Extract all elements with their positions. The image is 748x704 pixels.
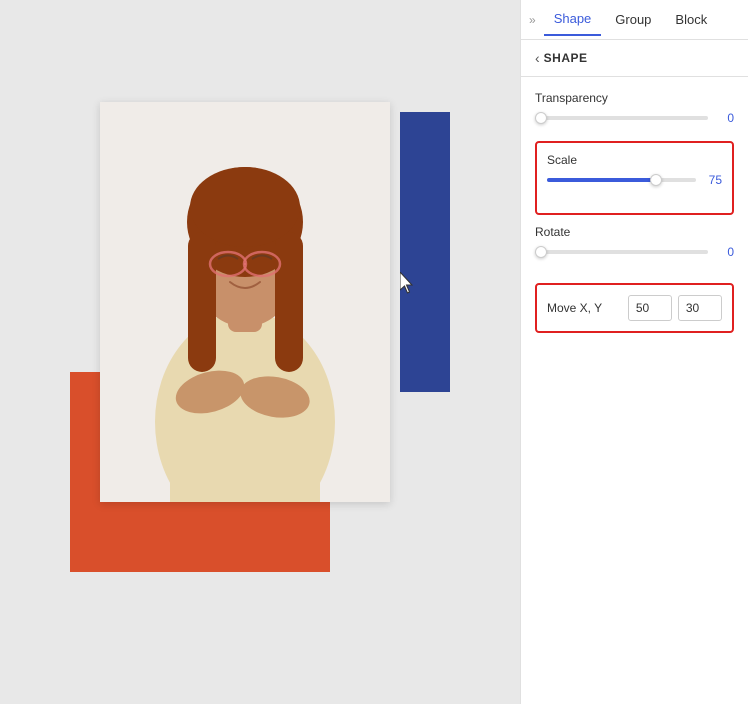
person-image [100, 102, 390, 502]
rotate-slider-row: 0 [535, 245, 734, 259]
panel-tabs: » Shape Group Block [521, 0, 748, 40]
move-label: Move X, Y [547, 301, 622, 315]
tab-group[interactable]: Group [605, 4, 661, 35]
scale-section: Scale 75 [535, 141, 734, 215]
scale-value: 75 [704, 173, 722, 187]
move-section: Move X, Y [535, 283, 734, 333]
scale-slider-row: 75 [547, 173, 722, 187]
transparency-section: Transparency 0 [535, 91, 734, 141]
photo-card[interactable] [100, 102, 390, 502]
move-x-input[interactable] [628, 295, 672, 321]
tab-block[interactable]: Block [665, 4, 717, 35]
back-chevron-icon: ‹ [535, 50, 540, 66]
move-row: Move X, Y [547, 295, 722, 321]
move-y-input[interactable] [678, 295, 722, 321]
transparency-value: 0 [716, 111, 734, 125]
panel-body: Transparency 0 Scale 75 Rotate 0 [521, 77, 748, 347]
transparency-label: Transparency [535, 91, 734, 105]
back-nav[interactable]: ‹ SHAPE [521, 40, 748, 77]
back-label: SHAPE [544, 51, 588, 65]
transparency-slider[interactable] [535, 116, 708, 120]
scale-slider[interactable] [547, 178, 696, 182]
canvas-area [0, 0, 520, 704]
rotate-value: 0 [716, 245, 734, 259]
rotate-section: Rotate 0 [535, 225, 734, 275]
rotate-label: Rotate [535, 225, 734, 239]
cursor [400, 272, 420, 296]
right-panel: » Shape Group Block ‹ SHAPE Transparency… [520, 0, 748, 704]
tab-shape[interactable]: Shape [544, 3, 602, 36]
transparency-slider-row: 0 [535, 111, 734, 125]
shape-blue[interactable] [400, 112, 450, 392]
canvas-content [50, 72, 470, 632]
scale-label: Scale [547, 153, 722, 167]
tabs-chevron: » [529, 13, 536, 27]
rotate-slider[interactable] [535, 250, 708, 254]
